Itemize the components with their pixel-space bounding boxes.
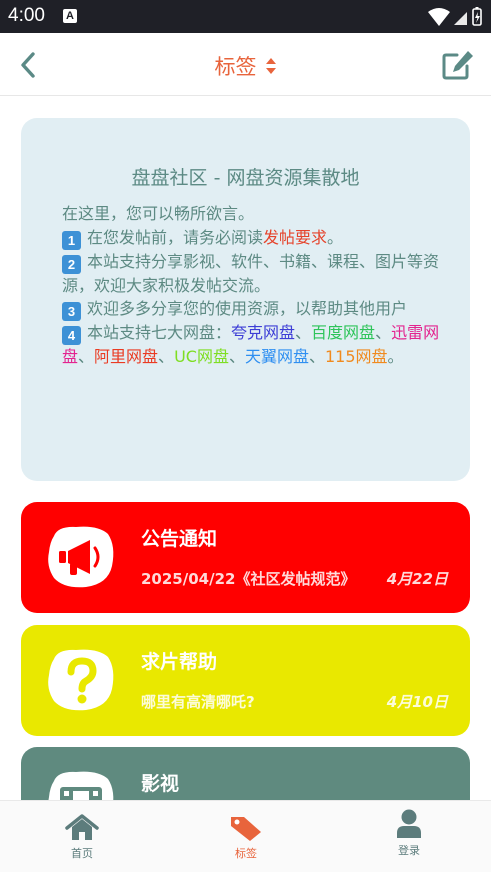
- drive-115: 115网盘: [325, 347, 388, 366]
- category-card-announcements[interactable]: 公告通知 2025/04/22《社区发帖规范》 4月22日: [21, 502, 470, 613]
- status-icons: [427, 6, 485, 28]
- home-icon: [65, 814, 99, 840]
- edit-button[interactable]: [441, 49, 475, 81]
- intro-item-4: 4 本站支持七大网盘：夸克网盘、百度网盘、迅雷网盘、阿里网盘、UC网盘、天翼网盘、…: [62, 323, 440, 366]
- notification-icon: A: [63, 9, 77, 23]
- nav-login-label: 登录: [398, 844, 420, 857]
- status-time: 4:00: [8, 5, 45, 26]
- nav-tags-label: 标签: [235, 847, 257, 860]
- question-icon: [48, 649, 114, 711]
- wifi-icon: [428, 8, 450, 26]
- number-4-icon: 4: [62, 326, 81, 345]
- category-name: 求片帮助: [141, 651, 218, 673]
- category-date: 4月10日: [386, 693, 448, 711]
- app-bar: 标签: [0, 33, 491, 96]
- intro-title: 盘盘社区 - 网盘资源集散地: [131, 167, 360, 189]
- intro-text: 在这里，您可以畅所欲言。 1 在您发帖前，请务必阅读发帖要求。 2 本站支持分享影视…: [62, 202, 446, 369]
- posting-rules-link[interactable]: 发帖要求: [263, 228, 327, 247]
- drive-uc: UC网盘: [174, 347, 229, 366]
- intro-card: 盘盘社区 - 网盘资源集散地 在这里，您可以畅所欲言。 1 在您发帖前，请务必阅读…: [21, 118, 470, 481]
- number-2-icon: 2: [62, 254, 81, 274]
- signal-icon: [454, 12, 467, 25]
- intro-welcome: 在这里，您可以畅所欲言。: [62, 204, 255, 223]
- tag-icon: [231, 817, 261, 841]
- intro-item-3: 3 欢迎多多分享您的使用资源，以帮助其他用户: [62, 297, 446, 321]
- megaphone-icon: [48, 526, 114, 588]
- drive-ali: 阿里网盘: [94, 347, 159, 366]
- page-title: 标签: [214, 55, 257, 79]
- edit-icon: [442, 51, 473, 80]
- category-latest: 2025/04/22《社区发帖规范》: [141, 570, 356, 588]
- number-3-icon: 3: [62, 302, 81, 321]
- number-1-icon: 1: [62, 230, 81, 250]
- status-bar: 4:00 A: [0, 0, 491, 33]
- drive-baidu: 百度网盘: [311, 323, 376, 342]
- nav-login[interactable]: 登录: [349, 801, 469, 872]
- title-selector[interactable]: 标签: [0, 51, 491, 79]
- user-icon: [397, 809, 421, 838]
- sort-icon: [265, 58, 276, 74]
- intro-item-2: 2 本站支持分享影视、软件、书籍、课程、图片等资源，欢迎大家积极发帖交流。: [62, 251, 440, 295]
- category-name: 影视: [141, 773, 180, 795]
- drive-quark: 夸克网盘: [231, 323, 296, 342]
- battery-icon: [472, 7, 482, 26]
- bottom-nav: 首页 标签 登录: [0, 800, 491, 872]
- nav-home[interactable]: 首页: [22, 801, 142, 872]
- nav-tags[interactable]: 标签: [186, 801, 306, 872]
- category-date: 4月22日: [386, 570, 448, 588]
- category-name: 公告通知: [141, 528, 218, 550]
- drive-tianyi: 天翼网盘: [244, 347, 309, 366]
- intro-item-1: 1 在您发帖前，请务必阅读发帖要求。: [62, 226, 446, 250]
- category-card-requests[interactable]: 求片帮助 哪里有高清哪吒? 4月10日: [21, 625, 470, 736]
- category-latest: 哪里有高清哪吒?: [141, 693, 255, 711]
- nav-home-label: 首页: [71, 847, 93, 860]
